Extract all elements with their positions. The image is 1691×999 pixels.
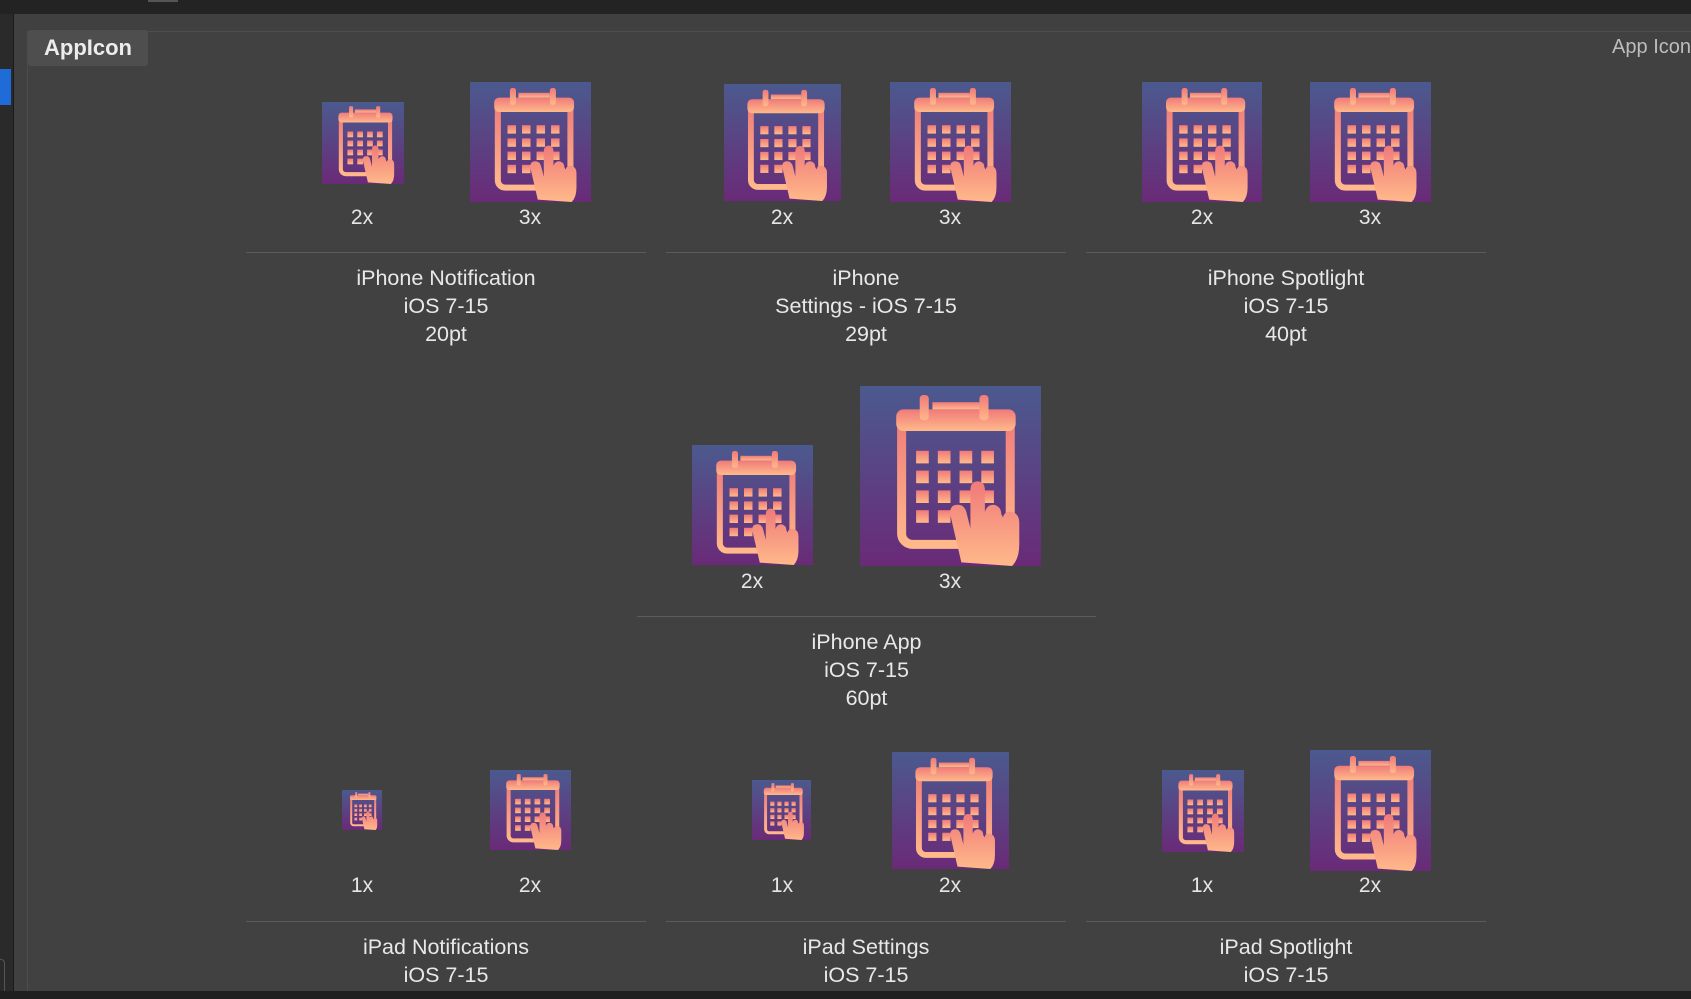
scale-label: 3x <box>1358 206 1382 229</box>
scale-label: 2x <box>938 874 962 897</box>
slot-group-caption: iPhone Spotlight iOS 7-15 40pt <box>1086 264 1486 348</box>
app-icon-image[interactable] <box>470 82 591 202</box>
app-icon-image[interactable] <box>1142 82 1262 202</box>
scale-label: 1x <box>770 874 794 897</box>
app-icon-image[interactable] <box>1162 770 1244 852</box>
caption-platform: iOS 7-15 <box>823 963 909 987</box>
calendar-hand-icon <box>692 445 813 565</box>
scale-label: 2x <box>518 874 542 897</box>
slot-group-divider <box>666 921 1066 922</box>
calendar-hand-icon <box>322 102 404 184</box>
app-icon-image[interactable] <box>322 102 404 184</box>
calendar-hand-icon <box>470 82 591 202</box>
app-icon-image[interactable] <box>724 84 841 201</box>
calendar-hand-icon <box>490 770 571 850</box>
caption-title: iPhone <box>832 266 900 290</box>
caption-platform: iOS 7-15 <box>403 963 489 987</box>
app-icon-image[interactable] <box>342 790 382 830</box>
slot-group-divider <box>666 252 1066 253</box>
app-icon-image[interactable] <box>860 386 1041 566</box>
caption-platform: iOS 7-15 <box>403 294 489 318</box>
caption-platform: iOS 7-15 <box>824 658 909 682</box>
navigator-selection-indicator <box>0 69 11 105</box>
slot-group-caption: iPad Spotlight iOS 7-15 <box>1086 933 1486 989</box>
top-bar-notch <box>148 0 178 2</box>
scale-label: 2x <box>770 206 794 229</box>
navigator-resize-handle[interactable] <box>0 959 5 995</box>
caption-title: iPad Settings <box>802 935 930 959</box>
slot-group-caption: iPhone Settings - iOS 7-15 29pt <box>666 264 1066 348</box>
scale-label: 3x <box>518 206 542 229</box>
caption-title: iPhone Notification <box>356 266 536 290</box>
slot-group-divider <box>1086 921 1486 922</box>
caption-title: iPhone Spotlight <box>1207 266 1365 290</box>
calendar-hand-icon <box>860 386 1041 566</box>
calendar-hand-icon <box>892 752 1009 869</box>
slot-group-divider <box>246 921 646 922</box>
calendar-hand-icon <box>890 82 1011 202</box>
slot-group-divider <box>1086 252 1486 253</box>
calendar-hand-icon <box>1142 82 1262 202</box>
slot-group-caption: iPhone Notification iOS 7-15 20pt <box>246 264 646 348</box>
calendar-hand-icon <box>752 780 811 840</box>
window-bottom-bar <box>0 991 1691 999</box>
caption-point-size: 20pt <box>425 322 467 346</box>
slot-group-divider <box>246 252 646 253</box>
slot-group-divider <box>637 616 1096 617</box>
caption-platform: iOS 7-15 <box>1243 294 1329 318</box>
slot-group-caption: iPhone App iOS 7-15 60pt <box>637 628 1096 712</box>
calendar-hand-icon <box>342 790 382 830</box>
scale-label: 3x <box>938 206 962 229</box>
caption-point-size: 60pt <box>845 686 888 710</box>
scale-label: 2x <box>740 570 764 593</box>
app-icon-image[interactable] <box>892 752 1009 869</box>
caption-point-size: 29pt <box>845 322 887 346</box>
app-icon-image[interactable] <box>490 770 571 850</box>
scale-label: 2x <box>1358 874 1382 897</box>
window-top-bar <box>0 0 1691 14</box>
caption-title: iPad Spotlight <box>1219 935 1353 959</box>
app-icon-image[interactable] <box>890 82 1011 202</box>
calendar-hand-icon <box>1310 82 1431 202</box>
scale-label: 1x <box>350 874 374 897</box>
app-icon-image[interactable] <box>692 445 813 565</box>
scale-label: 2x <box>1190 206 1214 229</box>
calendar-hand-icon <box>724 84 841 201</box>
asset-canvas <box>27 31 1691 992</box>
calendar-hand-icon <box>1310 750 1431 871</box>
scale-label: 1x <box>1190 874 1214 897</box>
caption-platform: iOS 7-15 <box>1243 963 1329 987</box>
slot-group-caption: iPad Settings iOS 7-15 <box>666 933 1066 989</box>
slot-group-caption: iPad Notifications iOS 7-15 <box>246 933 646 989</box>
app-icon-image[interactable] <box>1310 82 1431 202</box>
caption-point-size: 40pt <box>1265 322 1307 346</box>
scale-label: 3x <box>938 570 962 593</box>
asset-set-kind-label: App Icon <box>1612 36 1691 58</box>
navigator-edge <box>0 14 14 999</box>
asset-set-name-tab[interactable]: AppIcon <box>28 30 148 66</box>
caption-title: iPhone App <box>811 630 922 654</box>
caption-title: iPad Notifications <box>362 935 530 959</box>
app-icon-image[interactable] <box>1310 750 1431 871</box>
scale-label: 2x <box>350 206 374 229</box>
caption-platform: Settings - iOS 7-15 <box>775 294 957 318</box>
calendar-hand-icon <box>1162 770 1244 852</box>
app-icon-image[interactable] <box>752 780 811 840</box>
